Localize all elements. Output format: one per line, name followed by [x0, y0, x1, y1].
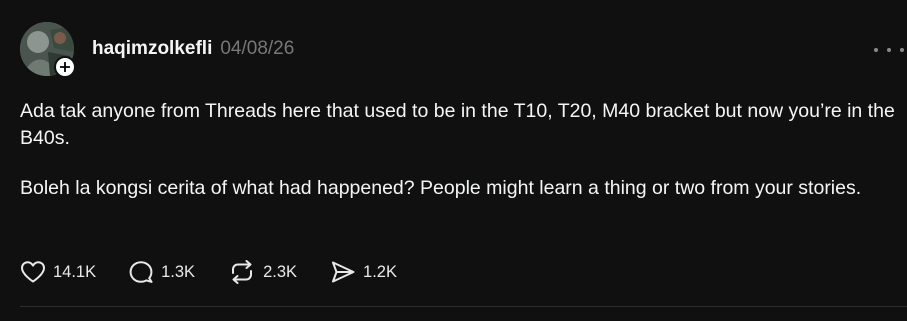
post-paragraph: Boleh la kongsi cerita of what had happe… — [20, 177, 862, 199]
like-count: 14.1K — [53, 262, 97, 281]
follow-button[interactable] — [54, 56, 76, 78]
author-username[interactable]: haqimzolkefli — [92, 38, 212, 60]
comment-icon — [129, 261, 153, 283]
send-icon — [332, 261, 355, 283]
more-dot-icon — [900, 48, 904, 52]
like-button[interactable]: 14.1K — [20, 260, 96, 284]
more-dot-icon — [887, 48, 891, 52]
post-body: Ada tak anyone from Threads here that us… — [20, 98, 900, 202]
repost-count: 2.3K — [263, 262, 298, 281]
reply-count: 1.3K — [161, 262, 196, 281]
repost-button[interactable]: 2.3K — [228, 260, 297, 284]
post-header: haqimzolkefli 04/08/26 — [92, 38, 294, 60]
reply-button[interactable]: 1.3K — [128, 260, 195, 284]
plus-icon — [60, 62, 70, 72]
heart-icon — [21, 261, 45, 283]
repost-icon — [232, 260, 253, 284]
more-options-button[interactable] — [874, 40, 904, 60]
post-timestamp[interactable]: 04/08/26 — [220, 38, 294, 60]
author-avatar-container — [20, 22, 76, 78]
share-count: 1.2K — [363, 262, 397, 281]
post-actions: 14.1K 1.3K 2.3K 1.2K — [20, 259, 397, 285]
thread-post: haqimzolkefli 04/08/26 Ada tak anyone fr… — [0, 0, 907, 321]
more-dot-icon — [874, 48, 878, 52]
divider — [20, 306, 907, 307]
post-paragraph: Ada tak anyone from Threads here that us… — [20, 100, 895, 149]
share-button[interactable]: 1.2K — [330, 260, 397, 284]
